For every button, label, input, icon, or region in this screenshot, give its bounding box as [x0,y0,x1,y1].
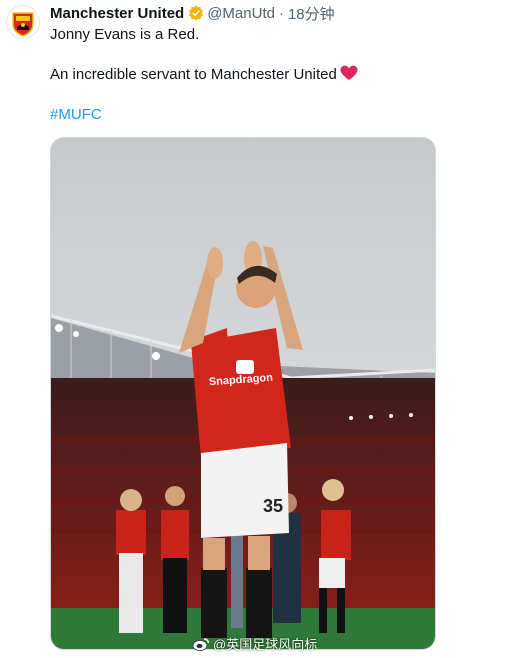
tweet-line-2-text: An incredible servant to Manchester Unit… [50,66,337,83]
separator-dot: · [278,4,284,22]
tweet-photo[interactable]: Snapdragon 35 [50,137,436,650]
tweet-line-2: An incredible servant to Manchester Unit… [50,65,358,85]
author-name[interactable]: Manchester United [50,5,184,22]
watermark-text: @英国足球风向标 [213,637,318,652]
verified-badge-icon [188,5,204,21]
watermark: @英国足球风向标 [192,634,317,653]
club-crest-icon [8,7,38,37]
tweet-header: Manchester United @ManUtd · 18分钟 [50,3,335,23]
hashtag-link[interactable]: #MUFC [50,105,102,125]
tweet-time[interactable]: 18分钟 [288,3,335,24]
photo-scene: Snapdragon 35 [51,138,435,649]
tweet-line-1: Jonny Evans is a Red. [50,26,200,43]
avatar[interactable] [6,5,40,39]
author-handle[interactable]: @ManUtd [207,5,275,22]
weibo-icon [192,637,210,651]
red-heart-icon [340,65,358,81]
shirt-number: 35 [263,496,283,516]
